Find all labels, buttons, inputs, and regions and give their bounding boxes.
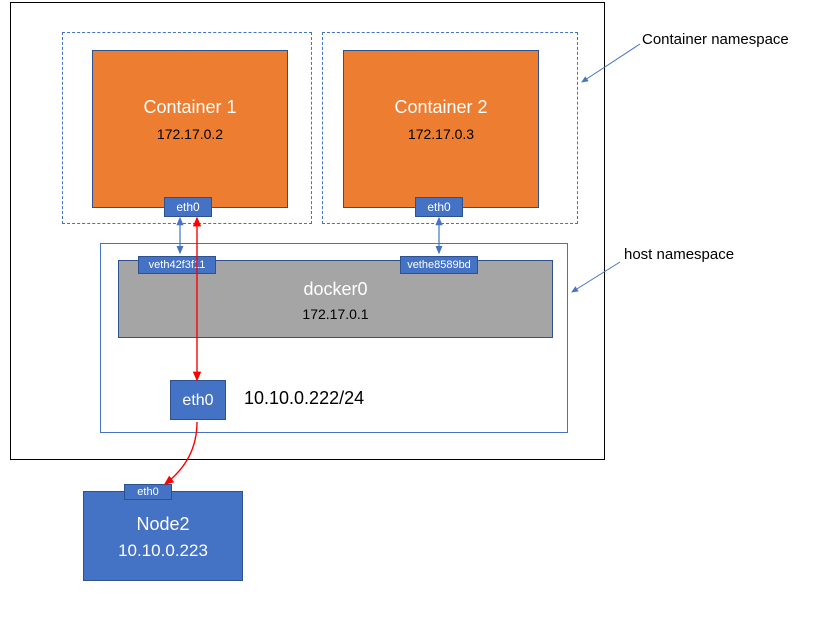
container-2-ip: 172.17.0.3 [344,126,538,142]
host-ip: 10.10.0.222/24 [244,388,364,409]
container-1-title: Container 1 [93,97,287,118]
container-2-title: Container 2 [344,97,538,118]
label-host-namespace: host namespace [624,246,734,263]
container-1-eth0: eth0 [164,197,212,217]
node2-eth0: eth0 [124,484,172,500]
node2-title: Node2 [84,514,242,535]
node2: Node2 10.10.0.223 [83,491,243,581]
container-1: Container 1 172.17.0.2 [92,50,288,208]
container-2-eth0: eth0 [415,197,463,217]
docker0-ip: 172.17.0.1 [119,306,552,322]
node2-ip: 10.10.0.223 [84,541,242,561]
container-1-ip: 172.17.0.2 [93,126,287,142]
veth-1: veth42f3f11 [138,256,216,274]
host-eth0: eth0 [170,380,226,420]
label-container-namespace: Container namespace [642,31,789,48]
container-2: Container 2 172.17.0.3 [343,50,539,208]
veth-2: vethe8589bd [400,256,478,274]
docker0-title: docker0 [119,279,552,300]
